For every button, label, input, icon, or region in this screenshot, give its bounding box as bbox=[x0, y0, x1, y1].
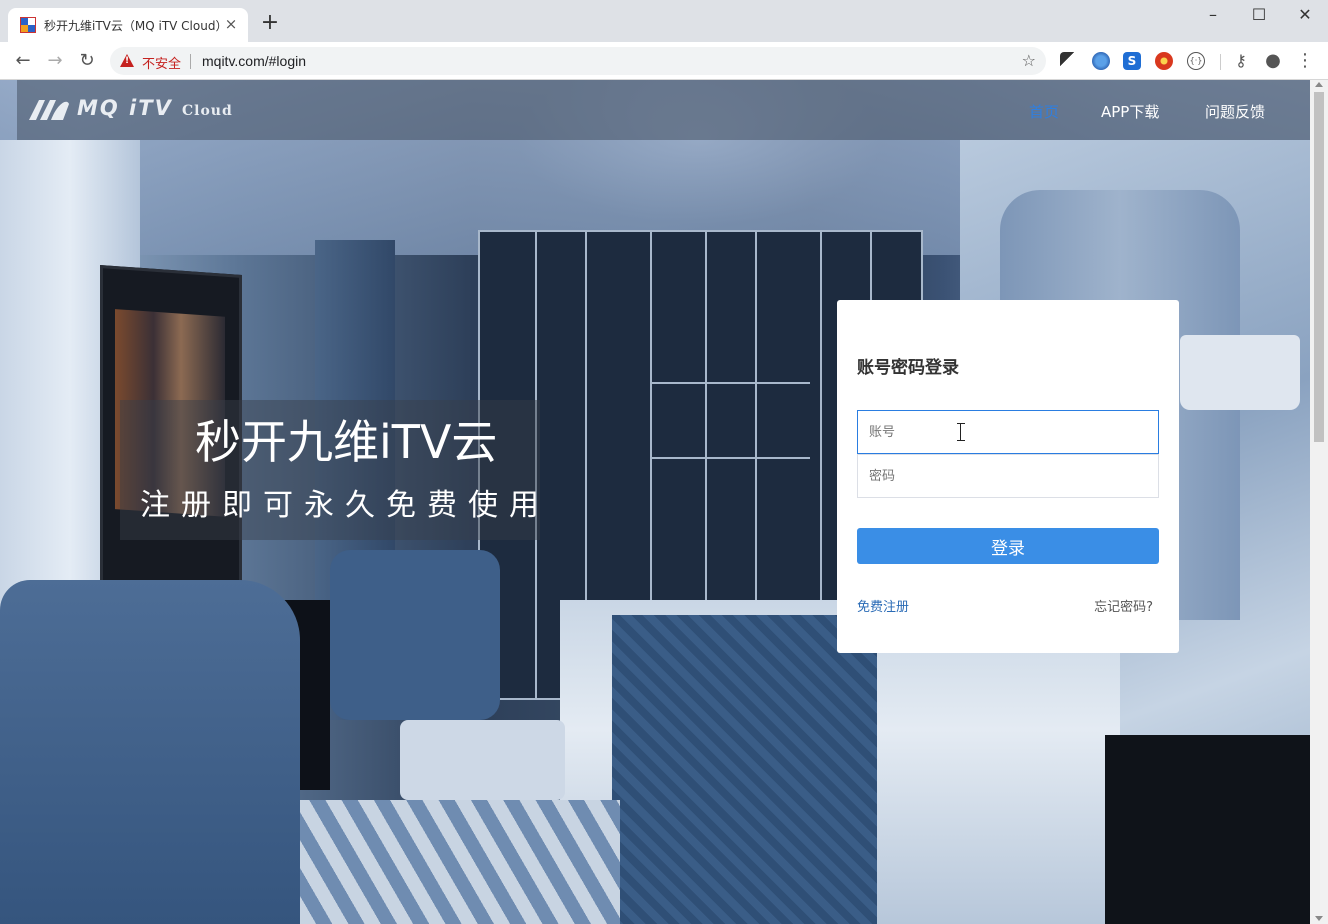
tab-title: 秒开九维iTV云（MQ iTV Cloud） bbox=[44, 19, 220, 33]
login-card: 账号密码登录 登录 免费注册 忘记密码? bbox=[837, 300, 1179, 653]
background-armchair bbox=[330, 550, 500, 720]
site-favicon-icon bbox=[20, 17, 36, 33]
toolbar-divider bbox=[1220, 54, 1221, 70]
scroll-thumb[interactable] bbox=[1314, 92, 1324, 442]
key-icon[interactable]: ⚷ bbox=[1228, 48, 1254, 74]
forgot-password-link[interactable]: 忘记密码? bbox=[1094, 596, 1153, 615]
nav-feedback[interactable]: 问题反馈 bbox=[1205, 101, 1265, 122]
forward-arrow-icon[interactable]: → bbox=[42, 48, 68, 74]
browser-tabstrip: 秒开九维iTV云（MQ iTV Cloud） × + – ☐ ✕ bbox=[0, 0, 1328, 42]
code-icon[interactable]: {·} bbox=[1187, 52, 1205, 70]
security-status[interactable]: 不安全 bbox=[142, 53, 181, 72]
logo-subtext: Cloud bbox=[182, 103, 233, 119]
login-button[interactable]: 登录 bbox=[857, 528, 1159, 564]
minimize-button[interactable]: – bbox=[1190, 0, 1236, 30]
hero-subtitle: 注册即可永久免费使用 bbox=[140, 488, 550, 523]
reload-icon[interactable]: ↻ bbox=[74, 48, 100, 74]
back-arrow-icon[interactable]: ← bbox=[10, 48, 36, 74]
browser-toolbar: ← → ↻ 不安全 mqitv.com/#login ☆ S {·} ⚷ ● ⋮ bbox=[0, 42, 1328, 80]
menu-kebab-icon[interactable]: ⋮ bbox=[1292, 48, 1318, 74]
bookmark-star-icon[interactable]: ☆ bbox=[1022, 51, 1036, 70]
background-nightstand bbox=[1105, 735, 1310, 924]
profile-avatar-icon[interactable]: ● bbox=[1260, 48, 1286, 74]
account-input[interactable] bbox=[857, 410, 1159, 454]
password-input[interactable] bbox=[857, 454, 1159, 498]
address-bar[interactable]: 不安全 mqitv.com/#login ☆ bbox=[110, 47, 1046, 75]
record-icon[interactable] bbox=[1155, 52, 1173, 70]
browser-tab[interactable]: 秒开九维iTV云（MQ iTV Cloud） × bbox=[8, 8, 248, 42]
translate-icon[interactable] bbox=[1060, 52, 1078, 70]
scroll-up-icon[interactable] bbox=[1315, 82, 1323, 87]
s-icon[interactable]: S bbox=[1123, 52, 1141, 70]
background-armchair bbox=[0, 580, 300, 924]
url-text[interactable]: mqitv.com/#login bbox=[202, 53, 306, 69]
background-bed-runner bbox=[612, 615, 877, 924]
logo-mark-icon bbox=[29, 100, 69, 120]
background-lamp bbox=[1180, 335, 1300, 410]
login-page: MQ iTV Cloud 首页 APP下载 问题反馈 秒开九维iTV云 注册即可… bbox=[0, 80, 1310, 924]
register-link[interactable]: 免费注册 bbox=[857, 596, 909, 615]
omnibox-divider bbox=[190, 54, 191, 69]
maximize-button[interactable]: ☐ bbox=[1236, 0, 1282, 30]
warning-icon bbox=[120, 54, 134, 67]
text-cursor-icon bbox=[957, 423, 965, 441]
nav-home[interactable]: 首页 bbox=[1029, 101, 1059, 122]
hero-title: 秒开九维iTV云 bbox=[195, 415, 498, 469]
globe-icon[interactable] bbox=[1092, 52, 1110, 70]
background-rug bbox=[300, 800, 620, 924]
logo-text: MQ iTV bbox=[77, 96, 173, 120]
site-header: MQ iTV Cloud 首页 APP下载 问题反馈 bbox=[17, 80, 1310, 140]
new-tab-button[interactable]: + bbox=[258, 12, 282, 36]
tab-close-icon[interactable]: × bbox=[222, 15, 240, 33]
scroll-down-icon[interactable] bbox=[1315, 916, 1323, 921]
login-title: 账号密码登录 bbox=[857, 358, 959, 378]
page-scrollbar[interactable] bbox=[1310, 80, 1328, 924]
close-window-button[interactable]: ✕ bbox=[1282, 0, 1328, 30]
nav-app-download[interactable]: APP下载 bbox=[1101, 101, 1159, 122]
background-bench bbox=[400, 720, 565, 800]
